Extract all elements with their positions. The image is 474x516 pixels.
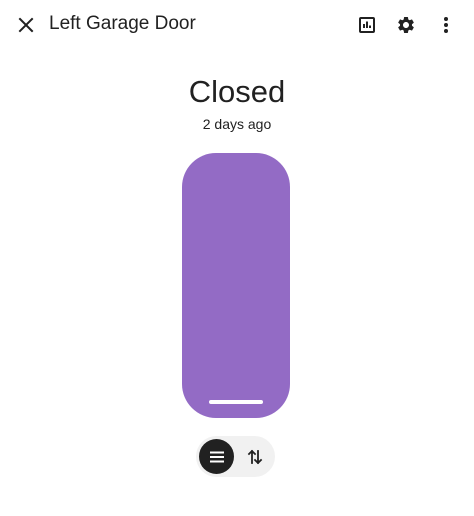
history-button[interactable] bbox=[346, 4, 388, 46]
more-options-button[interactable] bbox=[425, 4, 467, 46]
up-down-mode-button[interactable] bbox=[237, 439, 272, 474]
settings-button[interactable] bbox=[385, 4, 427, 46]
up-down-arrows-icon bbox=[247, 449, 262, 464]
close-button[interactable] bbox=[5, 4, 47, 46]
history-chart-icon bbox=[359, 17, 375, 33]
gear-icon bbox=[398, 16, 414, 33]
dialog-title: Left Garage Door bbox=[49, 13, 196, 34]
last-changed-time[interactable]: 2 days ago bbox=[0, 115, 474, 133]
more-vertical-icon bbox=[444, 17, 448, 33]
close-icon bbox=[18, 17, 34, 33]
more-info-dialog: Left Garage Door Closed 2 days ago bbox=[0, 0, 474, 516]
hamburger-lines-icon bbox=[209, 451, 224, 462]
toggle-mode-button[interactable] bbox=[199, 439, 234, 474]
control-mode-toggle bbox=[196, 436, 275, 477]
door-handle-indicator bbox=[209, 400, 263, 404]
garage-door-toggle[interactable] bbox=[182, 153, 290, 418]
dialog-header: Left Garage Door bbox=[0, 0, 474, 50]
entity-state: Closed bbox=[188, 74, 286, 109]
